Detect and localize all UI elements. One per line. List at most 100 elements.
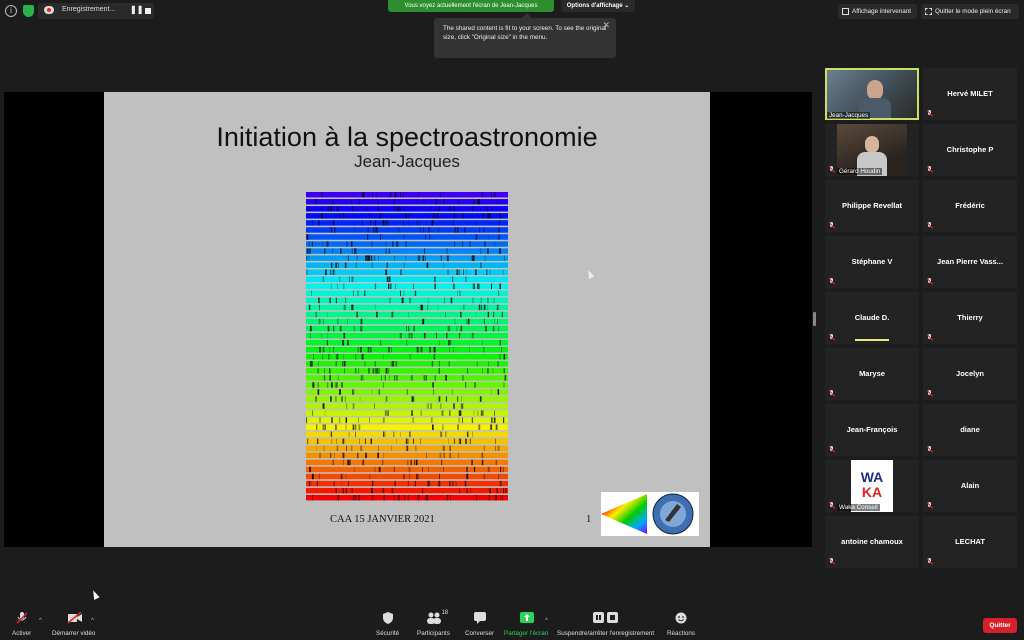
participant-name: antoine chamoux (841, 537, 903, 546)
participant-tile[interactable]: Frédéric (923, 180, 1017, 232)
participant-tile[interactable]: Hervé MILET (923, 68, 1017, 120)
meeting-info-icon[interactable]: i (5, 5, 17, 17)
audio-options-caret[interactable]: ^ (39, 618, 42, 624)
muted-mic-icon (927, 278, 933, 285)
gallery-splitter-handle[interactable] (813, 312, 816, 326)
pause-recording-icon[interactable]: ❚❚ (130, 5, 143, 14)
start-video-label: Démarrer vidéo (52, 630, 96, 637)
reactions-smiley-icon (675, 612, 687, 624)
video-options-caret[interactable]: ^ (91, 618, 94, 624)
muted-mic-icon (829, 446, 835, 453)
participant-name: Thierry (957, 313, 983, 322)
participant-tile[interactable]: Thierry (923, 292, 1017, 344)
stop-recording-icon[interactable] (145, 8, 151, 14)
participant-tile[interactable]: Philippe Revellat (825, 180, 919, 232)
participant-name: diane (960, 425, 980, 434)
security-label: Sécurité (376, 630, 400, 637)
speaker-view-label: Affichage intervenant (852, 8, 912, 15)
recording-controls-label: Suspendre/arrêter l'enregistrement (557, 630, 655, 637)
video-off-icon (67, 611, 82, 624)
echelle-spectrum-image (306, 192, 508, 501)
security-button[interactable]: Sécurité (376, 612, 399, 637)
participants-button[interactable]: 18 Participants (417, 610, 450, 637)
viewing-share-banner: Vous voyez actuellement l'écran de Jean-… (388, 0, 554, 12)
participant-tile[interactable]: Maryse (825, 348, 919, 400)
participant-name: Alain (960, 481, 980, 490)
participant-tile[interactable]: Alain (923, 460, 1017, 512)
participant-name: Claude D. (854, 313, 890, 322)
muted-mic-icon (927, 502, 933, 509)
share-screen-label: Partager l'écran (504, 630, 549, 637)
participant-tile[interactable]: LECHAT (923, 516, 1017, 568)
muted-mic-icon (927, 222, 933, 229)
participant-tile[interactable]: Jean Pierre Vass... (923, 236, 1017, 288)
participant-tile[interactable]: Jocelyn (923, 348, 1017, 400)
participant-name: Jocelyn (956, 369, 984, 378)
participant-tile[interactable]: Gérard Houdin (825, 124, 919, 176)
muted-mic-icon (927, 446, 933, 453)
chat-button[interactable]: Converser (465, 612, 494, 637)
participant-name: Stéphane V (851, 257, 893, 266)
participant-name: Jean-François (846, 425, 898, 434)
slide-footer: CAA 15 JANVIER 2021 (330, 514, 435, 525)
muted-mic-icon (829, 502, 835, 509)
muted-mic-icon (927, 166, 933, 173)
exit-fullscreen-label: Quitter le mode plein écran (935, 8, 1011, 15)
recording-label: Enregistrement... (62, 6, 116, 13)
participants-label: Participants (417, 630, 450, 637)
view-options-button[interactable]: Options d'affichage ⌄ (561, 0, 635, 12)
recording-indicator: Enregistrement... ❚❚ (38, 3, 154, 19)
encryption-shield-icon[interactable] (23, 5, 34, 17)
chat-bubble-icon (473, 612, 486, 624)
participant-name: Maryse (859, 369, 885, 378)
participant-name: LECHAT (955, 537, 985, 546)
muted-mic-icon (927, 334, 933, 341)
reactions-button[interactable]: Réactions (667, 612, 695, 637)
participant-name: Jean Pierre Vass... (937, 257, 1003, 266)
reactions-label: Réactions (667, 630, 696, 637)
start-video-button[interactable]: Démarrer vidéo (52, 611, 96, 637)
share-options-caret[interactable]: ^ (545, 618, 548, 624)
participant-name: Waka Conseil (837, 504, 880, 511)
participant-tile[interactable]: Jean-François (825, 404, 919, 456)
speaker-view-button[interactable]: Affichage intervenant (838, 4, 917, 19)
fit-screen-tooltip: The shared content is fit to your screen… (434, 13, 616, 58)
muted-mic-icon (829, 334, 835, 341)
participant-name: Hervé MILET (947, 89, 993, 98)
exit-fullscreen-button[interactable]: Quitter le mode plein écran (921, 4, 1019, 19)
participant-name: Frédéric (955, 201, 985, 210)
participant-name: Jean-Jacques (827, 112, 871, 119)
slide-page-number: 1 (586, 514, 592, 525)
share-screen-icon (520, 612, 535, 624)
muted-mic-icon (927, 110, 933, 117)
participants-icon: 18 (427, 610, 448, 624)
participant-tile[interactable]: antoine chamoux (825, 516, 919, 568)
participant-tile[interactable]: Christophe P (923, 124, 1017, 176)
participant-tile[interactable]: Stéphane V (825, 236, 919, 288)
close-icon[interactable]: ✕ (602, 21, 610, 30)
club-logo (601, 492, 699, 536)
muted-microphone-icon (16, 612, 28, 624)
unmute-button[interactable]: Activer (12, 612, 31, 637)
participant-tile[interactable]: Claude D. (825, 292, 919, 344)
leave-meeting-button[interactable]: Quitter (983, 618, 1017, 633)
participant-tile[interactable]: WA KA Waka Conseil (825, 460, 919, 512)
muted-mic-icon (927, 390, 933, 397)
participant-video (827, 70, 917, 118)
security-shield-icon (382, 612, 394, 624)
muted-mic-icon (829, 390, 835, 397)
muted-mic-icon (829, 222, 835, 229)
share-screen-button[interactable]: Partager l'écran (504, 612, 548, 637)
participant-name: Christophe P (946, 145, 994, 154)
cloud-recording-icon (44, 6, 54, 14)
recording-controls-button[interactable]: Suspendre/arrêter l'enregistrement (557, 612, 654, 637)
muted-mic-icon (829, 166, 835, 173)
waka-logo-text-2: KA (861, 484, 883, 500)
muted-mic-icon (829, 278, 835, 285)
slide-subtitle: Jean-Jacques (354, 152, 460, 171)
zoom-meeting-window: i Enregistrement... ❚❚ Vous voyez actuel… (0, 0, 1024, 640)
participant-tile[interactable]: Jean-Jacques (825, 68, 919, 120)
participant-tile[interactable]: diane (923, 404, 1017, 456)
audio-level-indicator (855, 339, 889, 341)
mouse-cursor-icon (90, 589, 100, 600)
